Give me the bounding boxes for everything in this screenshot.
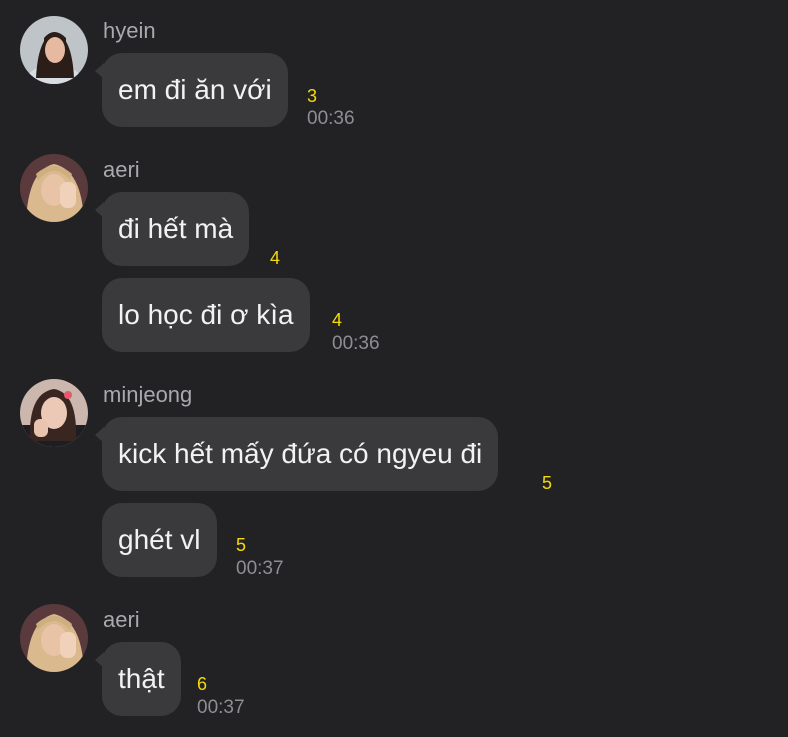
sender-name: minjeong: [103, 382, 193, 407]
message-bubble[interactable]: kick hết mấy đứa có ngyeu đi: [94, 417, 499, 491]
minjeong-avatar[interactable]: [20, 379, 88, 447]
message-timestamp: 00:36: [332, 333, 380, 354]
hyein-avatar[interactable]: [20, 16, 88, 84]
sender-name: aeri: [103, 157, 140, 182]
chat-messages[interactable]: hyein em đi ăn với 3 00:36 aeri đi hết m…: [0, 0, 788, 737]
unread-count: 4: [270, 248, 281, 268]
aeri-avatar[interactable]: [20, 604, 88, 672]
aeri-avatar[interactable]: [20, 154, 88, 222]
message-timestamp: 00:37: [197, 697, 245, 718]
message-timestamp: 00:37: [236, 558, 284, 579]
unread-count: 5: [236, 535, 247, 555]
unread-count: 3: [307, 86, 318, 106]
unread-count: 4: [332, 310, 343, 330]
message-timestamp: 00:36: [307, 108, 355, 129]
unread-count: 6: [197, 674, 208, 694]
unread-count: 5: [542, 473, 553, 493]
message-bubble[interactable]: lo học đi ơ kìa: [102, 278, 310, 352]
message-bubble[interactable]: em đi ăn với: [95, 53, 288, 127]
message-bubble[interactable]: ghét vl: [102, 503, 217, 577]
message-bubble[interactable]: thật: [95, 642, 181, 716]
message-bubble[interactable]: đi hết mà: [94, 192, 250, 266]
sender-name: hyein: [103, 18, 156, 43]
sender-name: aeri: [103, 607, 140, 632]
